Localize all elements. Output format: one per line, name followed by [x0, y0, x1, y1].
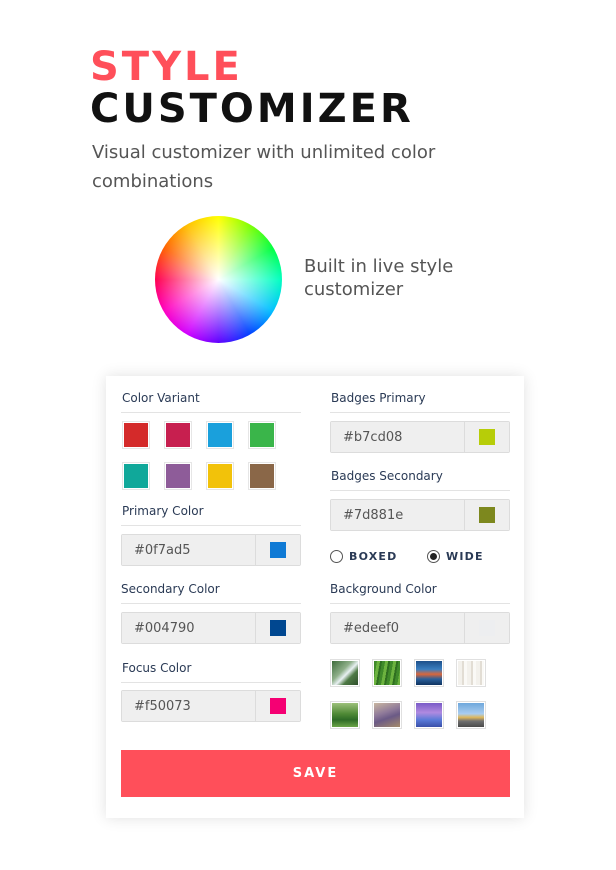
badges-primary-input[interactable]	[331, 422, 465, 452]
badges-secondary-picker[interactable]	[465, 500, 509, 530]
divider	[121, 682, 301, 683]
secondary-color-label: Secondary Color	[121, 582, 220, 596]
focus-color-input[interactable]	[122, 691, 256, 721]
focus-color-picker[interactable]	[256, 691, 300, 721]
secondary-color-picker[interactable]	[256, 613, 300, 643]
focus-color-label: Focus Color	[122, 661, 192, 675]
radio-circle-icon	[330, 550, 343, 563]
background-thumb-road[interactable]	[456, 701, 486, 729]
background-thumb-grass[interactable]	[372, 659, 402, 687]
color-variant-swatch[interactable]	[122, 421, 150, 449]
divider	[121, 412, 301, 413]
layout-wide-radio[interactable]: WIDE	[427, 550, 484, 563]
background-color-field	[330, 612, 510, 644]
divider	[330, 412, 510, 413]
background-thumb-purple[interactable]	[414, 701, 444, 729]
color-preview-chip	[479, 507, 495, 523]
color-preview-chip	[270, 542, 286, 558]
color-wheel-icon	[155, 216, 282, 343]
feature-text: Built in live style customizer	[304, 256, 454, 300]
color-variant-swatch[interactable]	[164, 421, 192, 449]
layout-boxed-radio[interactable]: BOXED	[330, 550, 397, 563]
primary-color-picker[interactable]	[256, 535, 300, 565]
secondary-color-input[interactable]	[122, 613, 256, 643]
color-preview-chip	[270, 698, 286, 714]
color-preview-chip	[479, 429, 495, 445]
title-accent: STYLE	[90, 44, 243, 90]
color-variant-label: Color Variant	[122, 391, 200, 405]
primary-color-field	[121, 534, 301, 566]
badges-primary-picker[interactable]	[465, 422, 509, 452]
color-variant-swatch[interactable]	[248, 462, 276, 490]
radio-circle-icon	[427, 550, 440, 563]
color-variant-swatch[interactable]	[122, 462, 150, 490]
primary-color-label: Primary Color	[122, 504, 204, 518]
background-thumb-park[interactable]	[330, 701, 360, 729]
divider	[121, 525, 301, 526]
page-subtitle: Visual customizer with unlimited color c…	[92, 142, 436, 192]
badges-primary-field	[330, 421, 510, 453]
background-color-label: Background Color	[330, 582, 437, 596]
background-color-picker[interactable]	[465, 613, 509, 643]
color-variant-swatch[interactable]	[206, 462, 234, 490]
background-thumb-waterfall[interactable]	[330, 659, 360, 687]
radio-label: WIDE	[446, 550, 484, 563]
save-button[interactable]: SAVE	[121, 750, 510, 797]
color-variant-swatch[interactable]	[248, 421, 276, 449]
badges-secondary-label: Badges Secondary	[331, 469, 443, 483]
secondary-color-field	[121, 612, 301, 644]
color-preview-chip	[270, 620, 286, 636]
background-thumb-lavender[interactable]	[372, 701, 402, 729]
divider	[330, 490, 510, 491]
badges-secondary-field	[330, 499, 510, 531]
color-variant-swatch[interactable]	[206, 421, 234, 449]
primary-color-input[interactable]	[122, 535, 256, 565]
color-variant-swatch[interactable]	[164, 462, 192, 490]
background-thumb-coast[interactable]	[414, 659, 444, 687]
divider	[330, 603, 510, 604]
background-thumb-curtains[interactable]	[456, 659, 486, 687]
radio-label: BOXED	[349, 550, 398, 563]
badges-primary-label: Badges Primary	[331, 391, 426, 405]
background-color-input[interactable]	[331, 613, 465, 643]
divider	[121, 603, 301, 604]
badges-secondary-input[interactable]	[331, 500, 465, 530]
focus-color-field	[121, 690, 301, 722]
color-preview-chip	[479, 620, 495, 636]
page-title: CUSTOMIZER	[90, 86, 414, 132]
